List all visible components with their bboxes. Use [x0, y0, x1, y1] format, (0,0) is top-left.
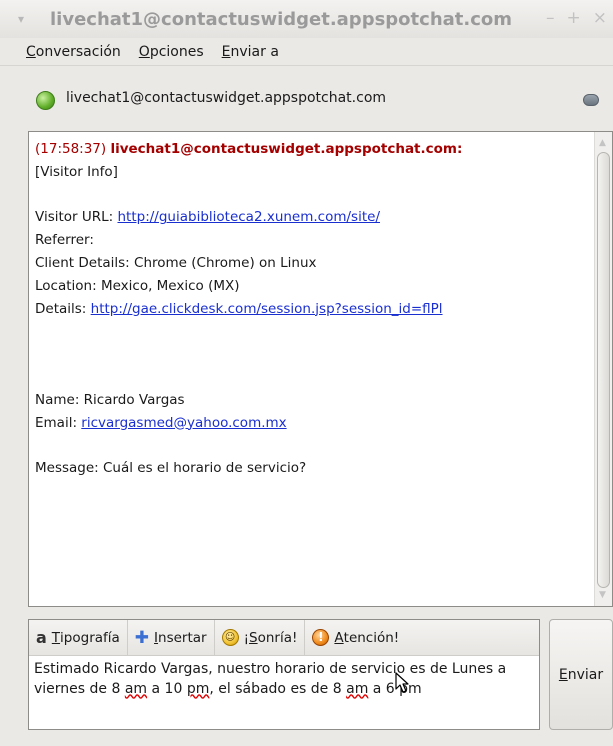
font-icon: a — [36, 628, 47, 647]
conversation-scrollbar[interactable]: ▲ ▼ — [594, 132, 612, 606]
title-bar[interactable]: ▾ livechat1@contactuswidget.appspotchat.… — [0, 0, 613, 38]
visitor-url-line: Visitor URL: http://guiabiblioteca2.xune… — [35, 209, 381, 226]
send-button[interactable]: Enviar — [549, 619, 613, 730]
name-line: Name: Ricardo Vargas — [35, 391, 185, 408]
message-header: (17:58:37) livechat1@contactuswidget.app… — [35, 138, 595, 161]
menu-opciones[interactable]: Opciones — [139, 44, 204, 60]
scroll-up-icon[interactable]: ▲ — [599, 138, 606, 148]
referrer-line: Referrer: — [35, 232, 94, 249]
attention-icon: ! — [312, 629, 330, 646]
message-input[interactable]: Estimado Ricardo Vargas, nuestro horario… — [34, 660, 534, 699]
smile-button[interactable]: ☺ ¡ Sonría! — [215, 620, 306, 655]
compose-area: a Tipografía ✚ Insertar ☺ ¡ Sonría! ! Ate… — [28, 619, 540, 730]
contact-header: livechat1@contactuswidget.appspotchat.co… — [0, 76, 613, 124]
conversation-view[interactable]: (17:58:37) livechat1@contactuswidget.app… — [28, 131, 613, 607]
details-link[interactable]: http://gae.clickdesk.com/session.jsp?ses… — [91, 301, 443, 317]
scroll-down-icon[interactable]: ▼ — [599, 590, 606, 600]
minimize-icon[interactable]: – — [546, 8, 555, 28]
mouse-cursor-icon — [395, 672, 409, 693]
window-controls: – + × — [546, 8, 607, 28]
window-title: livechat1@contactuswidget.appspotchat.co… — [50, 8, 513, 30]
spellcheck-word: am — [346, 680, 369, 697]
font-button[interactable]: a Tipografía — [29, 620, 128, 655]
maximize-icon[interactable]: + — [567, 8, 581, 28]
message-line: Message: Cuál es el horario de servicio? — [35, 460, 307, 477]
email-link[interactable]: ricvargasmed@yahoo.com.mx — [81, 415, 286, 431]
menu-conversacion[interactable]: Conversación — [26, 44, 121, 60]
contact-name: livechat1@contactuswidget.appspotchat.co… — [66, 90, 387, 106]
status-available-icon — [36, 91, 55, 110]
menu-bar: Conversación Opciones Enviar a — [0, 38, 613, 66]
menu-enviar-a[interactable]: Enviar a — [222, 44, 279, 60]
email-line: Email: ricvargasmed@yahoo.com.mx — [35, 414, 287, 431]
attention-button[interactable]: ! Atención! — [305, 620, 406, 655]
details-line: Details: http://gae.clickdesk.com/sessio… — [35, 300, 443, 317]
visitor-info-heading: [Visitor Info] — [35, 163, 118, 180]
message-sender: livechat1@contactuswidget.appspotchat.co… — [110, 141, 463, 157]
client-details-line: Client Details: Chrome (Chrome) on Linux — [35, 254, 317, 271]
window-menu-icon[interactable]: ▾ — [8, 12, 34, 26]
format-toolbar: a Tipografía ✚ Insertar ☺ ¡ Sonría! ! Ate… — [29, 620, 539, 656]
contact-menu-icon[interactable] — [583, 94, 599, 106]
visitor-url-link[interactable]: http://guiabiblioteca2.xunem.com/site/ — [118, 209, 381, 225]
message-timestamp: (17:58:37) — [35, 141, 107, 157]
close-icon[interactable]: × — [593, 8, 607, 28]
spellcheck-word: pm — [186, 680, 210, 697]
location-line: Location: Mexico, Mexico (MX) — [35, 277, 240, 294]
smile-icon: ☺ — [221, 629, 239, 646]
insert-button[interactable]: ✚ Insertar — [128, 620, 215, 655]
message-log: (17:58:37) livechat1@contactuswidget.app… — [35, 138, 595, 480]
insert-icon: ✚ — [134, 627, 150, 648]
scroll-thumb[interactable] — [597, 152, 610, 588]
spellcheck-word: am — [124, 680, 148, 697]
